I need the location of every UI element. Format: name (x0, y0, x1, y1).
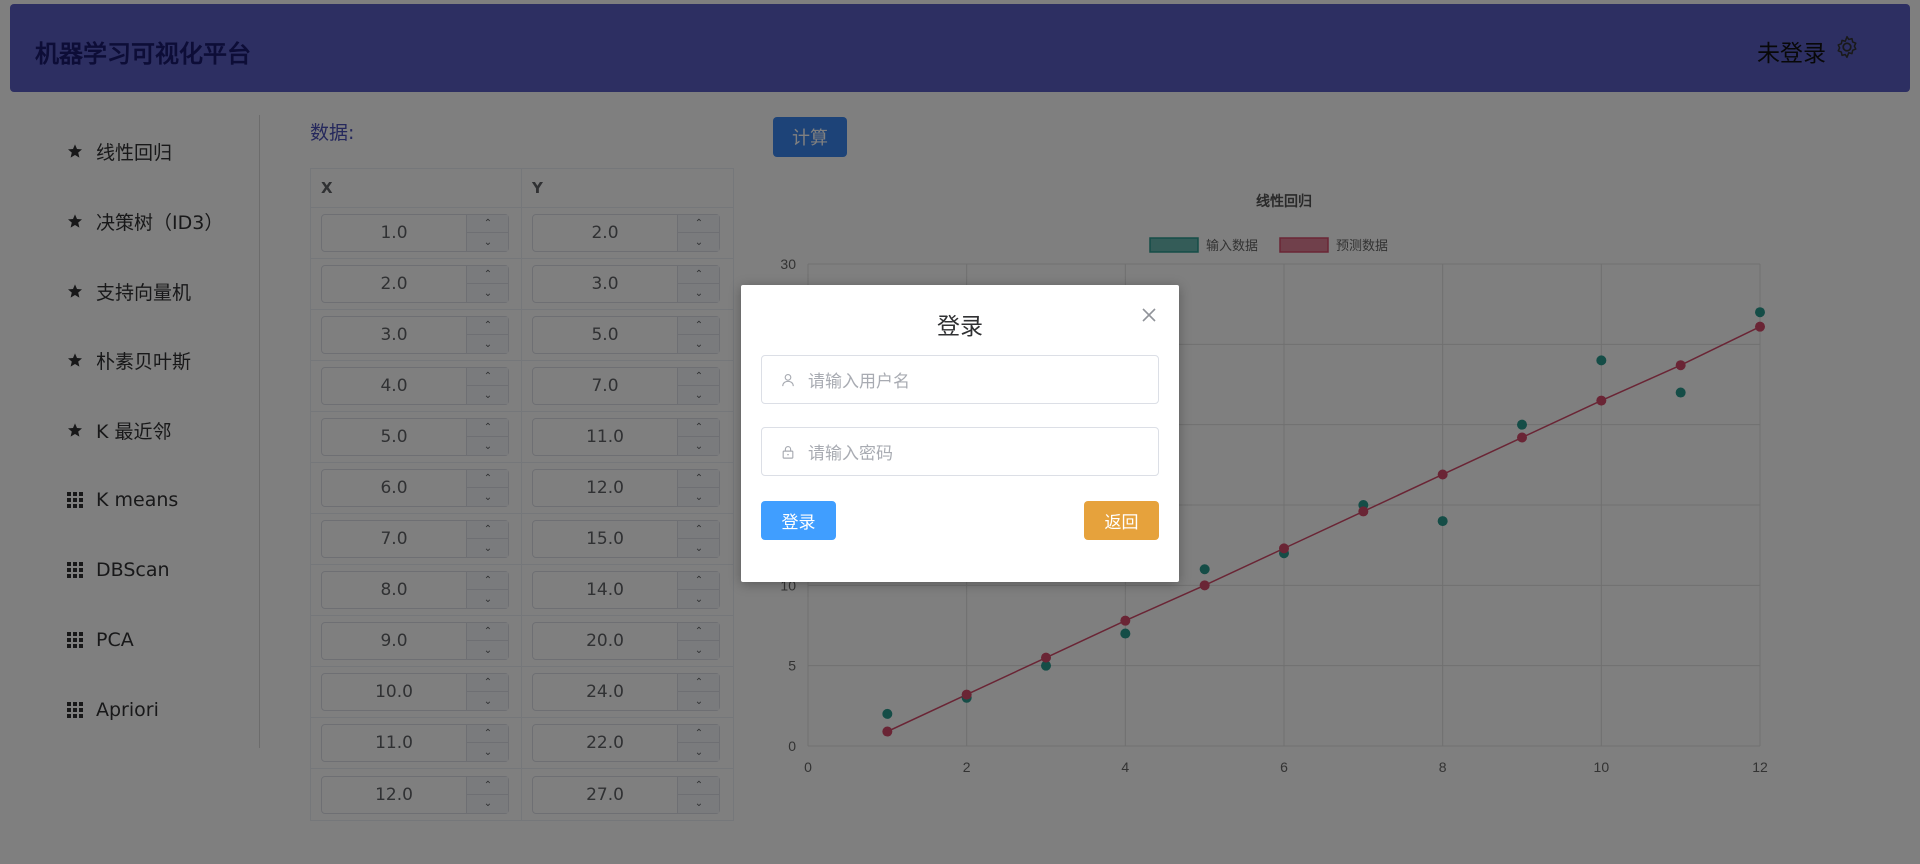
username-placeholder: 请输入用户名 (808, 372, 910, 392)
user-icon (780, 372, 796, 388)
close-icon[interactable] (1141, 307, 1157, 323)
login-dialog: 登录 请输入用户名 请输入密码 登录 返回 (741, 285, 1179, 582)
lock-icon (780, 444, 796, 460)
login-button[interactable]: 登录 (761, 501, 836, 540)
dialog-title: 登录 (937, 314, 983, 340)
username-input[interactable]: 请输入用户名 (761, 355, 1159, 404)
back-button[interactable]: 返回 (1084, 501, 1159, 540)
password-input[interactable]: 请输入密码 (761, 427, 1159, 476)
password-placeholder: 请输入密码 (808, 444, 893, 464)
